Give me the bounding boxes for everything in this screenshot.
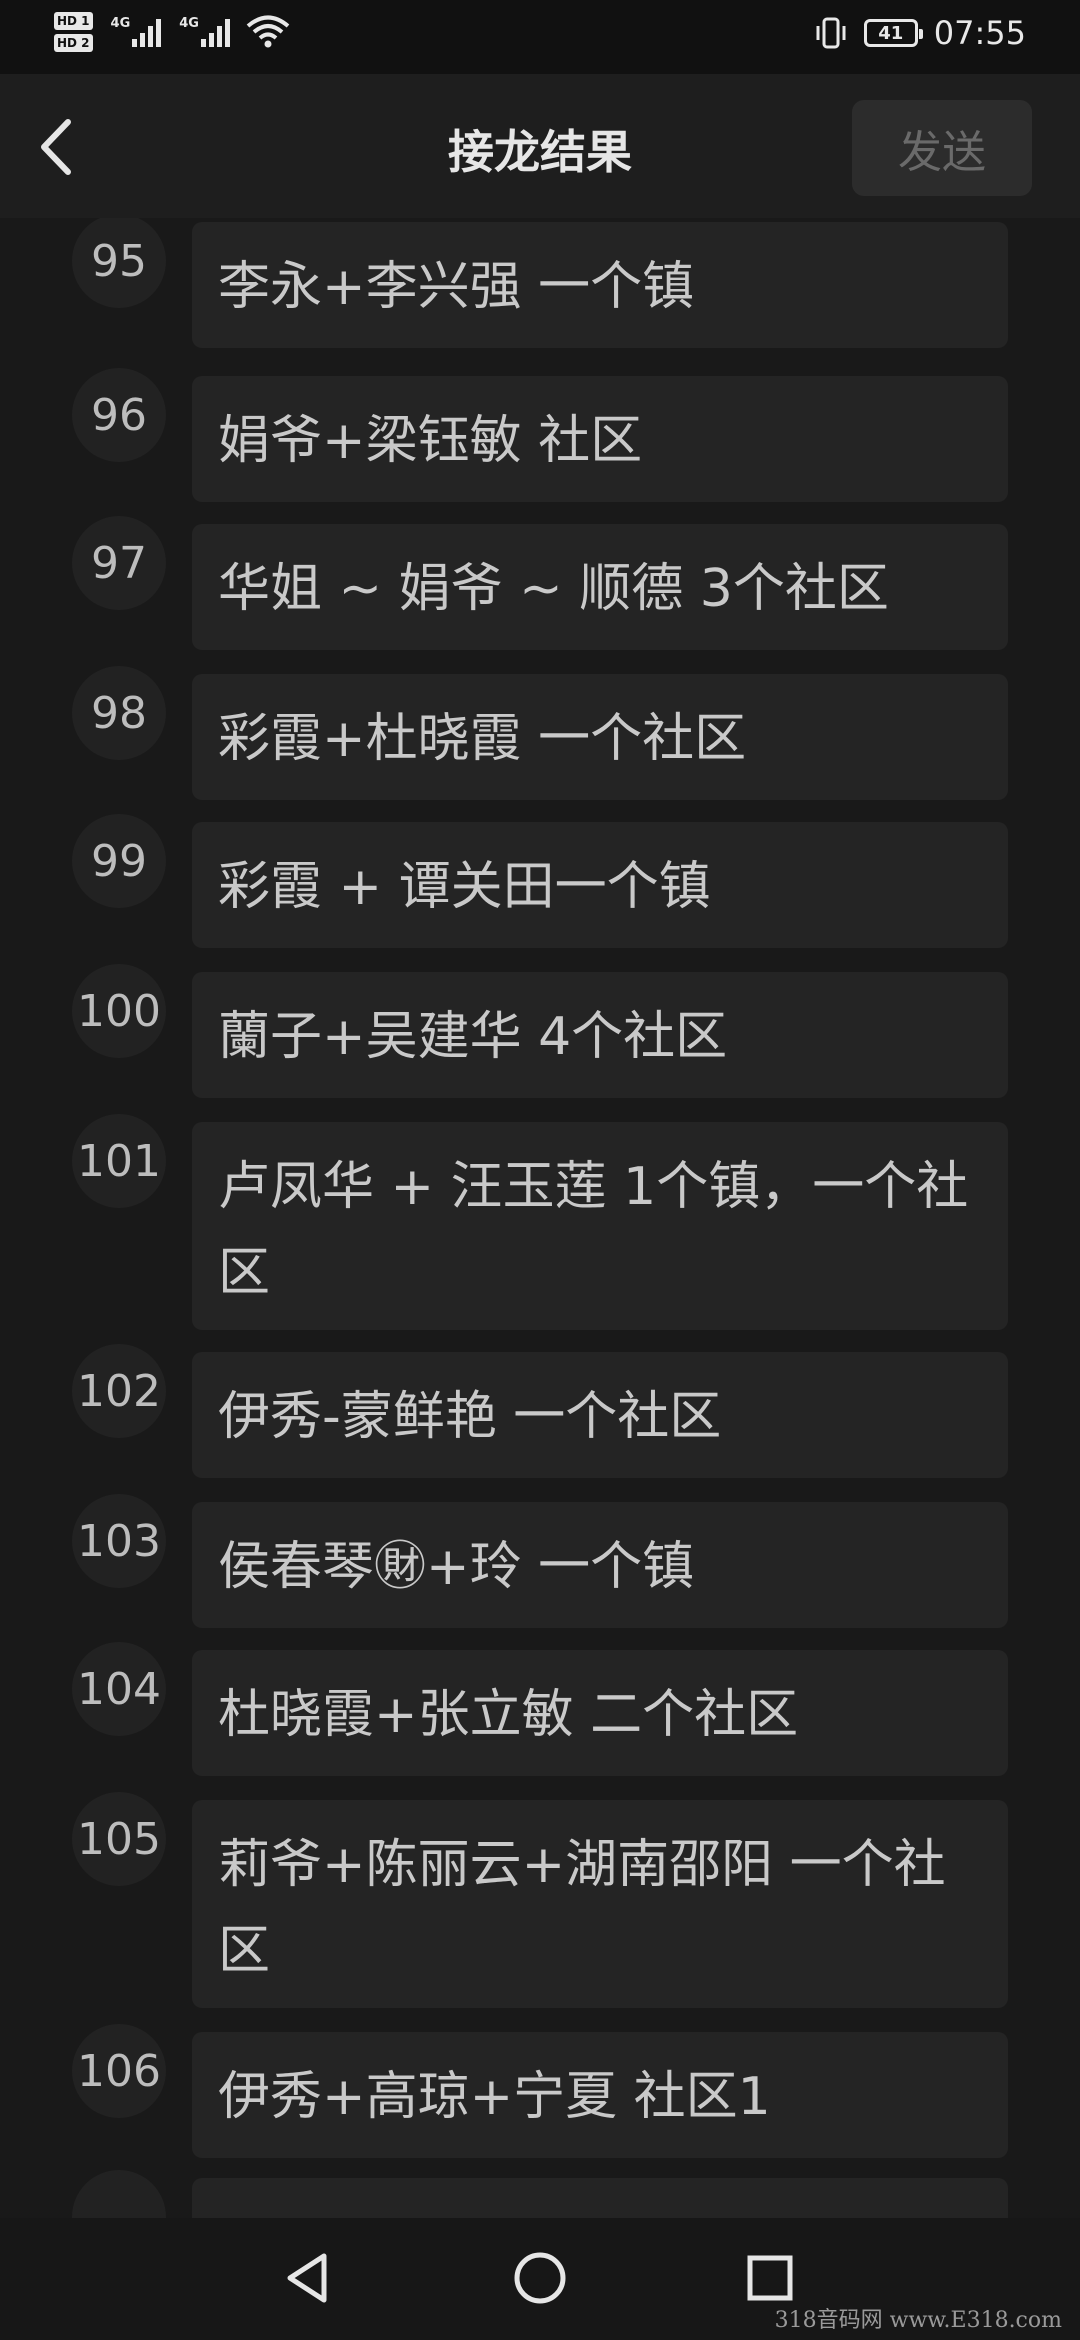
hd-stack: HD 1 HD 2	[54, 12, 93, 52]
entry-text[interactable]: 娟爷+梁钰敏 社区	[192, 376, 1008, 502]
entry-number: 99	[72, 814, 166, 908]
entry-text[interactable]: 彩霞 + 谭关田一个镇	[192, 822, 1008, 948]
title-bar: 接龙结果 发送	[0, 74, 1080, 218]
entry-number: 103	[72, 1494, 166, 1588]
vibrate-icon	[816, 17, 846, 49]
home-circle-icon[interactable]	[508, 2246, 572, 2310]
hd2-badge: HD 2	[54, 34, 93, 52]
result-list[interactable]: 95 李永+李兴强 一个镇 96 娟爷+梁钰敏 社区 97 华姐 ~ 娟爷 ~ …	[0, 218, 1080, 2218]
signal-bars-icon	[132, 17, 162, 47]
entry-number: 98	[72, 666, 166, 760]
hd1-badge: HD 1	[54, 12, 93, 30]
battery-icon: 41	[863, 19, 923, 47]
entry-text[interactable]: 华姐 ~ 娟爷 ~ 顺德 3个社区	[192, 524, 1008, 650]
signal-1: 4G	[110, 16, 162, 47]
entry-number: 104	[72, 1642, 166, 1736]
battery-level: 41	[878, 22, 904, 44]
recents-square-icon[interactable]	[738, 2246, 802, 2310]
status-bar: HD 1 HD 2 4G 4G 41 07:55	[0, 0, 1080, 74]
entry-text[interactable]: 杜晓霞+张立敏 二个社区	[192, 1650, 1008, 1776]
back-triangle-icon[interactable]	[276, 2246, 340, 2310]
entry-number: 97	[72, 516, 166, 610]
entry-text[interactable]: 伊秀+高琼+宁夏 社区1	[192, 2032, 1008, 2158]
send-button[interactable]: 发送	[852, 100, 1032, 196]
entry-number: 95	[72, 218, 166, 308]
system-nav-bar: 318音码网 www.E318.com	[0, 2218, 1080, 2340]
entry-text[interactable]: 李永+李兴强 一个镇	[192, 222, 1008, 348]
status-left: HD 1 HD 2 4G 4G	[54, 12, 290, 52]
signal-bars-icon	[200, 17, 230, 47]
status-right: 41 07:55	[814, 14, 1026, 52]
watermark: 318音码网 www.E318.com	[774, 2308, 1062, 2333]
signal-2: 4G	[179, 16, 230, 47]
entry-text[interactable]: 莉爷+陈丽云+湖南邵阳 一个社区	[192, 1800, 1008, 2008]
entry-text[interactable]: 卢凤华 + 汪玉莲 1个镇，一个社区	[192, 1122, 1008, 1330]
entry-text[interactable]: 侯春琴㊖+玲 一个镇	[192, 1502, 1008, 1628]
entry-number: 105	[72, 1792, 166, 1886]
wifi-icon	[246, 15, 290, 48]
entry-text[interactable]: 伊秀-蒙鲜艳 一个社区	[192, 1352, 1008, 1478]
entry-text-partial[interactable]	[192, 2178, 1008, 2218]
net2-label: 4G	[179, 16, 199, 31]
entry-number: 100	[72, 964, 166, 1058]
entry-number: 101	[72, 1114, 166, 1208]
entry-text[interactable]: 彩霞+杜晓霞 一个社区	[192, 674, 1008, 800]
net1-label: 4G	[110, 16, 131, 31]
entry-number: 96	[72, 368, 166, 462]
entry-number-partial	[72, 2170, 166, 2218]
entry-text[interactable]: 蘭子+吴建华 4个社区	[192, 972, 1008, 1098]
status-time: 07:55	[933, 14, 1026, 52]
entry-number: 102	[72, 1344, 166, 1438]
entry-number: 106	[72, 2024, 166, 2118]
